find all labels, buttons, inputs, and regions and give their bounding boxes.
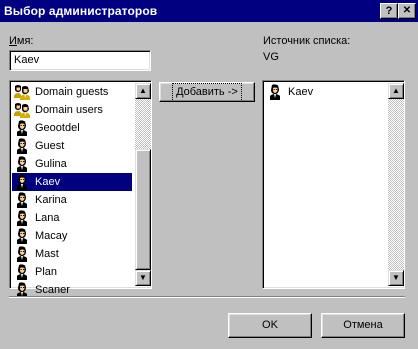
ok-button[interactable]: OK bbox=[228, 313, 312, 338]
help-button[interactable]: ? bbox=[380, 3, 398, 19]
arrow-down-icon: ▼ bbox=[392, 273, 400, 282]
user-icon bbox=[14, 210, 30, 226]
title-bar[interactable]: Выбор администраторов ? ✕ bbox=[0, 0, 418, 22]
list-item-label: Plan bbox=[35, 266, 58, 278]
user-group-icon bbox=[14, 102, 30, 118]
list-item-label: Domain guests bbox=[35, 86, 109, 98]
user-icon bbox=[14, 156, 30, 172]
user-icon bbox=[14, 174, 30, 190]
scroll-down-button[interactable]: ▼ bbox=[388, 270, 404, 286]
arrow-up-icon: ▲ bbox=[139, 86, 147, 95]
list-item[interactable]: Kaev bbox=[265, 83, 385, 101]
user-icon bbox=[14, 228, 30, 244]
user-icon bbox=[14, 246, 30, 262]
list-item[interactable]: Plan bbox=[12, 263, 132, 281]
user-icon bbox=[267, 84, 283, 100]
list-item[interactable]: Kaev bbox=[12, 173, 132, 191]
list-item-label: Domain users bbox=[35, 104, 103, 116]
arrow-down-icon: ▼ bbox=[139, 273, 147, 282]
users-list-scrollbar[interactable]: ▲ ▼ bbox=[135, 83, 151, 286]
list-item[interactable]: Mast bbox=[12, 245, 132, 263]
close-button[interactable]: ✕ bbox=[398, 3, 416, 19]
source-label: Источник списка: bbox=[263, 35, 351, 47]
close-icon: ✕ bbox=[402, 5, 412, 16]
list-item[interactable]: Guest bbox=[12, 137, 132, 155]
user-icon bbox=[14, 138, 30, 154]
list-item[interactable]: Domain users bbox=[12, 101, 132, 119]
list-item-label: Kaev bbox=[288, 86, 314, 98]
user-group-icon bbox=[14, 84, 30, 100]
selected-list[interactable]: Kaev ▲ ▼ bbox=[262, 80, 405, 289]
list-item-label: Lana bbox=[35, 212, 60, 224]
user-icon bbox=[14, 192, 30, 208]
list-item[interactable]: Macay bbox=[12, 227, 132, 245]
list-item[interactable]: Domain guests bbox=[12, 83, 132, 101]
list-item-label: Gulina bbox=[35, 158, 67, 170]
add-button[interactable]: Добавить -> bbox=[159, 82, 255, 102]
list-item-label: Scaner bbox=[35, 284, 70, 296]
list-item[interactable]: Karina bbox=[12, 191, 132, 209]
list-item[interactable]: Lana bbox=[12, 209, 132, 227]
user-icon bbox=[14, 264, 30, 280]
list-item-label: Mast bbox=[35, 248, 59, 260]
list-item-label: Geootdel bbox=[35, 122, 80, 134]
arrow-up-icon: ▲ bbox=[392, 86, 400, 95]
list-item-label: Kaev bbox=[33, 175, 63, 189]
separator bbox=[9, 296, 405, 298]
scroll-up-button[interactable]: ▲ bbox=[388, 83, 404, 99]
list-item-label: Karina bbox=[35, 194, 67, 206]
scroll-up-button[interactable]: ▲ bbox=[135, 83, 151, 99]
source-value: VG bbox=[263, 51, 279, 63]
cancel-button[interactable]: Отмена bbox=[321, 313, 405, 338]
scroll-down-button[interactable]: ▼ bbox=[135, 270, 151, 286]
list-item-label: Guest bbox=[35, 140, 65, 152]
scroll-thumb[interactable] bbox=[135, 149, 151, 270]
user-icon bbox=[14, 120, 30, 136]
list-item-label: Macay bbox=[35, 230, 68, 242]
list-item[interactable]: Gulina bbox=[12, 155, 132, 173]
users-list[interactable]: Domain guests Domain users Geootdel Guest Gu… bbox=[9, 80, 152, 289]
list-item[interactable]: Geootdel bbox=[12, 119, 132, 137]
name-input[interactable]: Kaev bbox=[9, 50, 151, 71]
name-label: Имя: bbox=[9, 35, 34, 47]
selected-list-scrollbar[interactable]: ▲ ▼ bbox=[388, 83, 404, 286]
window-title: Выбор администраторов bbox=[4, 4, 158, 18]
